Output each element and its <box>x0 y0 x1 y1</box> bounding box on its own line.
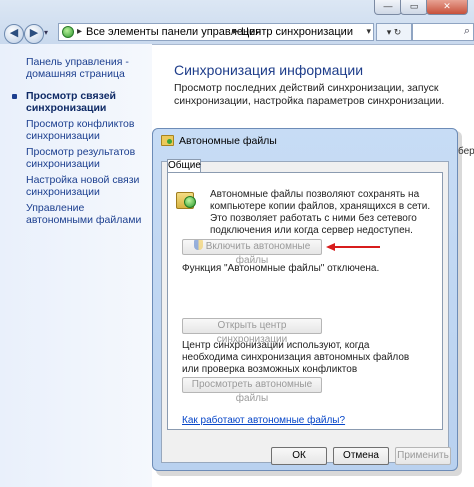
intro-text: Автономные файлы позволяют сохранять на … <box>210 189 431 236</box>
breadcrumb-separator[interactable]: ▸ <box>77 26 82 37</box>
sidebar-item-manage-offline-files[interactable]: Управление автономными файлами <box>26 202 146 226</box>
window-toolbar: — ▭ ✕ ◀ ▶ ▾ ▸ Все элементы панели управл… <box>0 0 474 45</box>
sidebar-item-home[interactable]: Панель управления - домашняя страница <box>26 56 146 80</box>
page-description: Просмотр последних действий синхронизаци… <box>174 82 445 107</box>
cancel-button[interactable]: Отмена <box>333 447 389 465</box>
address-dropdown-icon[interactable]: ▾ <box>366 26 371 37</box>
address-bar[interactable]: ▸ Все элементы панели управления ▸ Центр… <box>58 23 374 41</box>
search-icon: ⌕ <box>463 25 470 37</box>
breadcrumb-separator[interactable]: ▸ <box>233 26 238 37</box>
sidebar-item-view-results[interactable]: Просмотр результатов синхронизации <box>26 146 146 170</box>
page-title: Синхронизация информации <box>174 62 364 78</box>
sidebar-item-setup-partnership[interactable]: Настройка новой связи синхронизации <box>26 174 146 198</box>
open-sync-center-button[interactable]: Открыть центр синхронизации <box>182 318 322 345</box>
offline-files-icon <box>161 135 174 146</box>
view-offline-files-button[interactable]: Просмотреть автономные файлы <box>182 377 322 404</box>
back-button[interactable]: ◀ <box>4 24 24 44</box>
general-tab-page: Автономные файлы позволяют сохранять на … <box>167 172 443 430</box>
offline-status-text: Функция "Автономные файлы" отключена. <box>182 263 380 274</box>
help-link[interactable]: Как работают автономные файлы? <box>182 415 345 426</box>
enable-offline-files-button[interactable]: Включить автономные файлы <box>182 239 322 266</box>
control-panel-icon <box>62 26 74 38</box>
minimize-button[interactable]: — <box>374 0 402 15</box>
tab-general[interactable]: Общие <box>167 159 201 173</box>
uac-shield-icon <box>193 240 203 250</box>
apply-button[interactable]: Применить <box>395 447 451 465</box>
maximize-button[interactable]: ▭ <box>400 0 428 15</box>
search-input[interactable]: ⌕ <box>412 23 474 41</box>
ok-button[interactable]: ОК <box>271 447 327 465</box>
sidebar-item-view-sync-partnerships[interactable]: Просмотр связей синхронизации <box>26 90 146 114</box>
recent-pages-dropdown[interactable]: ▾ <box>44 28 48 37</box>
sync-folder-icon <box>176 189 198 211</box>
refresh-button[interactable]: ▾ ↻ <box>376 23 412 41</box>
sidebar-item-view-conflicts[interactable]: Просмотр конфликтов синхронизации <box>26 118 146 142</box>
current-item-marker <box>12 94 17 99</box>
breadcrumb-sync-center[interactable]: Центр синхронизации <box>241 26 353 38</box>
close-button[interactable]: ✕ <box>426 0 468 15</box>
red-arrow-annotation <box>326 243 380 251</box>
dialog-title: Автономные файлы <box>179 135 277 147</box>
offline-files-dialog: Автономные файлы Общие Автономные файлы … <box>152 128 458 471</box>
forward-button[interactable]: ▶ <box>24 24 44 44</box>
